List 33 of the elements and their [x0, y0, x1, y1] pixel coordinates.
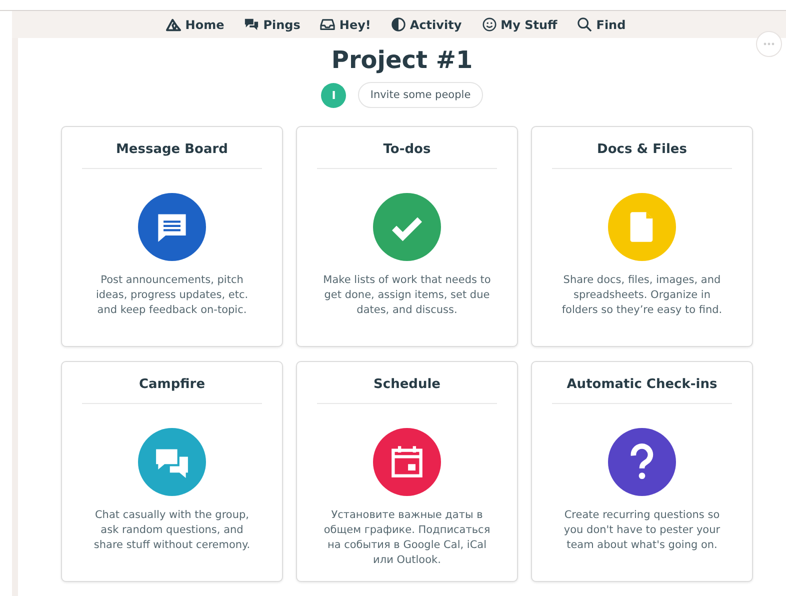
tool-card[interactable]: Schedule Установите важные даты в общем графике. Подписаться на события в Google Cal, iCal или Outlook. [296, 361, 518, 582]
card-title: Automatic Check-ins [566, 377, 718, 392]
mountain-icon [166, 17, 182, 32]
search-icon [577, 17, 592, 32]
inbox-icon [320, 17, 336, 32]
tool-card[interactable]: Message Board Post announcements, pitch ideas, progress updates, etc. and keep feedback on-topic. [61, 126, 283, 347]
half-circle-icon [390, 17, 406, 32]
nav-link[interactable]: My Stuff [482, 17, 558, 32]
project-title: Project #1 [330, 46, 474, 74]
nav-link[interactable]: Activity [390, 17, 462, 32]
smiley-icon [482, 17, 497, 32]
card-description: Установите важные даты в общем графике. Подписаться на события в Google Cal, iCal или Outlook. [322, 508, 492, 568]
nav-link[interactable]: Pings [244, 17, 300, 32]
tool-card[interactable]: Campfire Chat casually with the group, ask random questions, and share stuff without ceremony. [61, 361, 283, 582]
tool-card[interactable]: Automatic Check-ins Create recurring questions so you don't have to pester your team about what's going on. [531, 361, 753, 582]
nav-link[interactable]: Home [166, 17, 224, 32]
card-title: To-dos [383, 142, 431, 157]
nav-link[interactable]: Hey! [320, 17, 371, 32]
tool-card[interactable]: Docs & Files Share docs, files, images, and spreadsheets. Organize in folders so they’re easy to find. [531, 126, 753, 347]
invite-button[interactable]: Invite some people [358, 82, 483, 108]
more-options-icon[interactable] [756, 31, 782, 57]
card-description: Make lists of work that needs to get done, assign items, set due dates, and discuss. [322, 273, 492, 318]
card-description: Share docs, files, images, and spreadsheets. Organize in folders so they’re easy to find. [560, 273, 724, 318]
card-description: Chat casually with the group, ask random questions, and share stuff without ceremony. [92, 508, 252, 553]
card-title: Campfire [138, 377, 206, 392]
card-title: Message Board [116, 142, 228, 157]
card-title: Schedule [374, 377, 440, 392]
tool-card[interactable]: To-dos Make lists of work that needs to get done, assign items, set due dates, and discuss. [296, 126, 518, 347]
card-title: Docs & Files [597, 142, 687, 157]
nav-link[interactable]: Find [577, 17, 626, 32]
chat-bubbles-icon [244, 17, 260, 32]
card-description: Create recurring questions so you don't have to pester your team about what's going on. [562, 508, 722, 553]
card-description: Post announcements, pitch ideas, progress updates, etc. and keep feedback on-topic. [94, 273, 250, 318]
